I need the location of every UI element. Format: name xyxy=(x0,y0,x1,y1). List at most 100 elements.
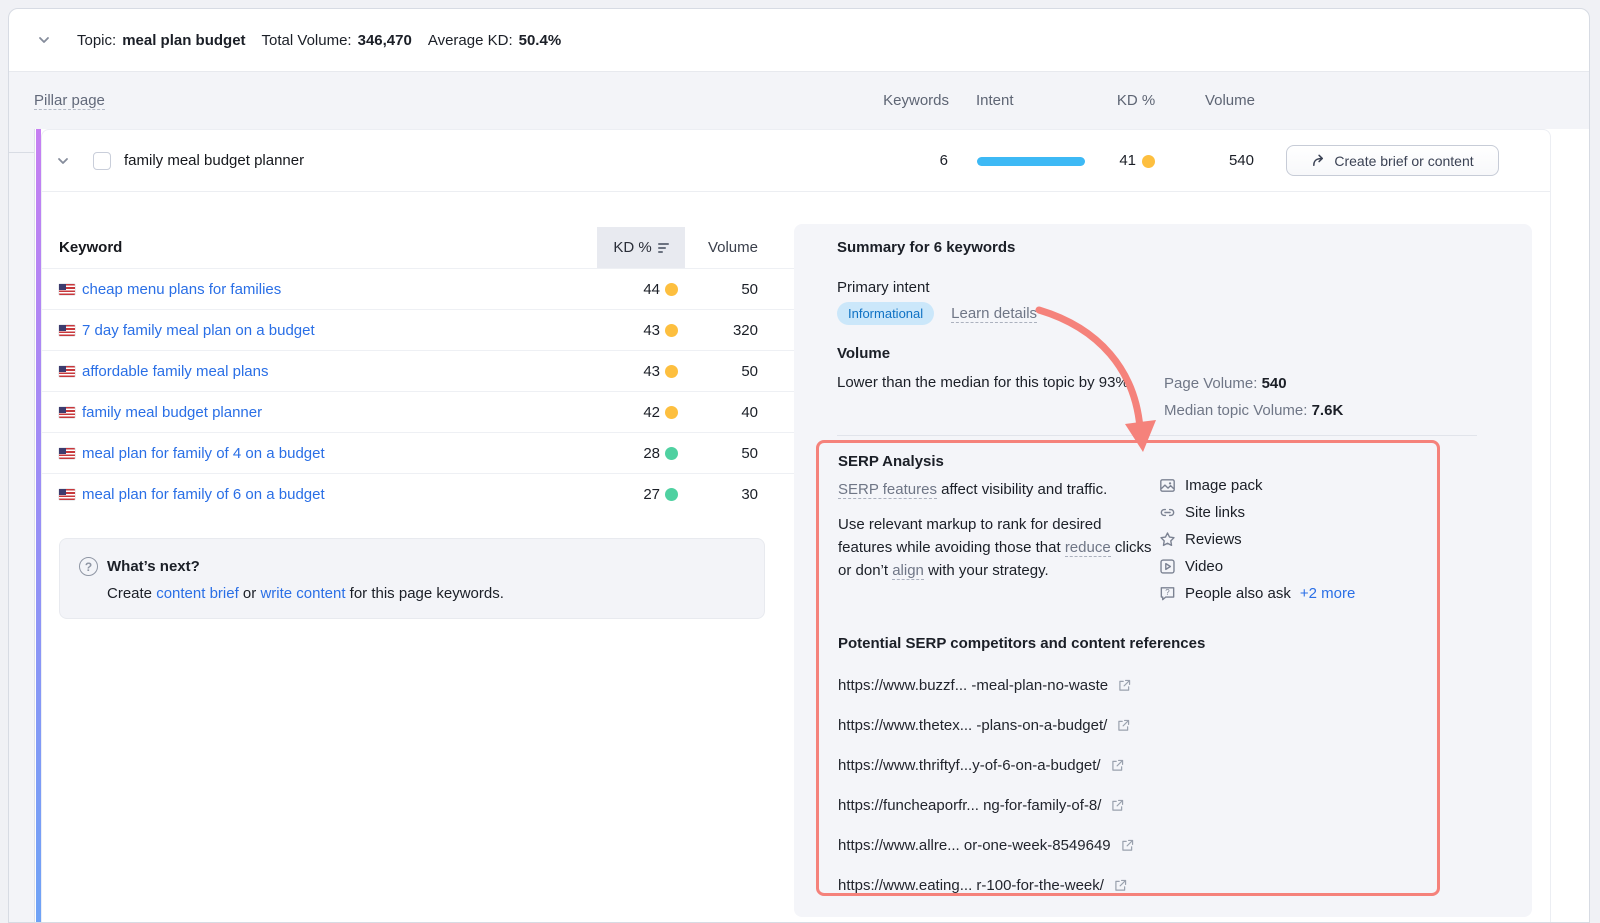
table-row: meal plan for family of 6 on a budget 27 3… xyxy=(42,473,802,514)
topic-value: meal plan budget xyxy=(122,32,245,49)
us-flag-icon xyxy=(59,489,75,500)
volume-value: 30 xyxy=(685,486,758,503)
header-kd-label: KD % xyxy=(613,239,651,256)
intent-badge-row: Informational Learn details xyxy=(837,302,1037,325)
redo-arrow-icon xyxy=(1311,153,1326,168)
volume-value: 40 xyxy=(685,404,758,421)
create-brief-button[interactable]: Create brief or content xyxy=(1286,145,1499,176)
learn-details-link[interactable]: Learn details xyxy=(951,305,1037,323)
serp-analysis-title: SERP Analysis xyxy=(838,453,944,470)
median-volume-label: Median topic Volume: xyxy=(1164,402,1307,419)
kd-cell: 43 xyxy=(597,322,685,339)
create-brief-label: Create brief or content xyxy=(1334,153,1473,169)
competitors-title: Potential SERP competitors and content r… xyxy=(838,635,1205,652)
chevron-down-icon[interactable] xyxy=(56,154,70,168)
kd-cell: 27 xyxy=(597,486,685,503)
external-link-icon[interactable] xyxy=(1110,758,1125,773)
pillar-row: family meal budget planner 6 41 540 Crea… xyxy=(42,130,1550,192)
kd-value: 28 xyxy=(643,445,660,462)
keyword-link[interactable]: 7 day family meal plan on a budget xyxy=(82,322,315,339)
kd-value: 43 xyxy=(643,363,660,380)
competitor-url: https://www.buzzf... -meal-plan-no-waste xyxy=(838,677,1108,694)
pillar-checkbox[interactable] xyxy=(93,152,111,170)
serp-feature-label: People also ask xyxy=(1185,585,1291,602)
reduce-link[interactable]: reduce xyxy=(1065,539,1111,557)
keyword-cell: family meal budget planner xyxy=(42,404,597,421)
serp-features-link[interactable]: SERP features xyxy=(838,481,937,499)
keyword-link[interactable]: meal plan for family of 4 on a budget xyxy=(82,445,325,462)
keyword-table: Keyword KD % Volume cheap menu plans for… xyxy=(42,227,802,514)
keyword-link[interactable]: affordable family meal plans xyxy=(82,363,269,380)
us-flag-icon xyxy=(59,325,75,336)
external-link-icon[interactable] xyxy=(1120,838,1135,853)
serp-feature-item: Video xyxy=(1159,557,1355,576)
median-volume-value: 7.6K xyxy=(1312,402,1344,419)
serp-analysis-box: SERP Analysis SERP features affect visib… xyxy=(816,440,1440,896)
write-content-link[interactable]: write content xyxy=(260,585,345,602)
pillar-kd-value: 41 xyxy=(1119,152,1136,169)
pillar-title: family meal budget planner xyxy=(124,152,304,169)
question-circle-icon: ? xyxy=(79,557,98,576)
text: affect visibility and traffic. xyxy=(937,481,1107,498)
external-link-icon[interactable] xyxy=(1116,718,1131,733)
competitor-url-row: https://www.thriftyf...y-of-6-on-a-budge… xyxy=(838,745,1135,785)
kd-difficulty-dot xyxy=(665,283,678,296)
chevron-down-icon[interactable] xyxy=(37,33,51,47)
topic-label: Topic: xyxy=(77,32,116,49)
text: with your strategy. xyxy=(924,562,1049,579)
site-links-icon xyxy=(1159,504,1176,521)
external-link-icon[interactable] xyxy=(1117,678,1132,693)
header-volume: Volume xyxy=(685,239,758,256)
content-brief-link[interactable]: content brief xyxy=(156,585,239,602)
competitor-url-row: https://funcheaporfr... ng-for-family-of… xyxy=(838,785,1135,825)
svg-text:?: ? xyxy=(1165,588,1170,597)
competitor-url: https://funcheaporfr... ng-for-family-of… xyxy=(838,797,1101,814)
image-pack-icon xyxy=(1159,477,1176,494)
average-kd-value: 50.4% xyxy=(519,32,562,49)
kd-difficulty-dot xyxy=(665,324,678,337)
summary-panel: Summary for 6 keywords Primary intent In… xyxy=(794,224,1532,917)
column-intent: Intent xyxy=(976,92,1014,109)
volume-value: 50 xyxy=(685,281,758,298)
whats-next-title: What’s next? xyxy=(107,558,200,575)
intent-badge[interactable]: Informational xyxy=(837,302,934,325)
text: Use relevant markup to rank for desired … xyxy=(838,516,1101,556)
pillar-page-label[interactable]: Pillar page xyxy=(34,92,105,110)
kd-difficulty-dot xyxy=(665,488,678,501)
keyword-rows: cheap menu plans for families44507 day f… xyxy=(42,268,802,514)
serp-features-list: Image packSite linksReviewsVideo?People … xyxy=(1159,476,1355,603)
align-link[interactable]: align xyxy=(892,562,924,580)
video-icon xyxy=(1159,558,1176,575)
external-link-icon[interactable] xyxy=(1110,798,1125,813)
page-volume-value: 540 xyxy=(1262,375,1287,392)
column-kd: KD % xyxy=(1094,92,1178,109)
pillar-keywords-count: 6 xyxy=(940,152,948,169)
competitor-urls: https://www.buzzf... -meal-plan-no-waste… xyxy=(838,665,1135,905)
keyword-link[interactable]: meal plan for family of 6 on a budget xyxy=(82,486,325,503)
us-flag-icon xyxy=(59,448,75,459)
volume-value: 320 xyxy=(685,322,758,339)
external-link-icon[interactable] xyxy=(1113,878,1128,893)
table-row: 7 day family meal plan on a budget 43320 xyxy=(42,309,802,350)
whats-next-box: ? What’s next? Create content brief or w… xyxy=(59,538,765,619)
sort-descending-icon xyxy=(658,243,669,253)
serp-feature-item: Image pack xyxy=(1159,476,1355,495)
topic-card: Topic:meal plan budget Total Volume:346,… xyxy=(8,8,1590,923)
page-volume-label: Page Volume: xyxy=(1164,375,1257,392)
kd-cell: 43 xyxy=(597,363,685,380)
keyword-link[interactable]: family meal budget planner xyxy=(82,404,262,421)
volume-comparison-text: Lower than the median for this topic by … xyxy=(837,371,1155,394)
total-volume-label: Total Volume: xyxy=(262,32,352,49)
column-header-band: Pillar page Keywords Intent KD % Volume xyxy=(9,71,1589,129)
serp-feature-label: Site links xyxy=(1185,504,1245,521)
kd-value: 42 xyxy=(643,404,660,421)
table-row: affordable family meal plans4350 xyxy=(42,350,802,391)
keyword-cell: cheap menu plans for families xyxy=(42,281,597,298)
volume-section-label: Volume xyxy=(837,345,890,362)
header-kd-sort[interactable]: KD % xyxy=(597,227,685,268)
kd-value: 27 xyxy=(643,486,660,503)
kd-cell: 28 xyxy=(597,445,685,462)
more-features-link[interactable]: +2 more xyxy=(1300,585,1355,602)
keyword-link[interactable]: cheap menu plans for families xyxy=(82,281,281,298)
kd-cell: 42 xyxy=(597,404,685,421)
